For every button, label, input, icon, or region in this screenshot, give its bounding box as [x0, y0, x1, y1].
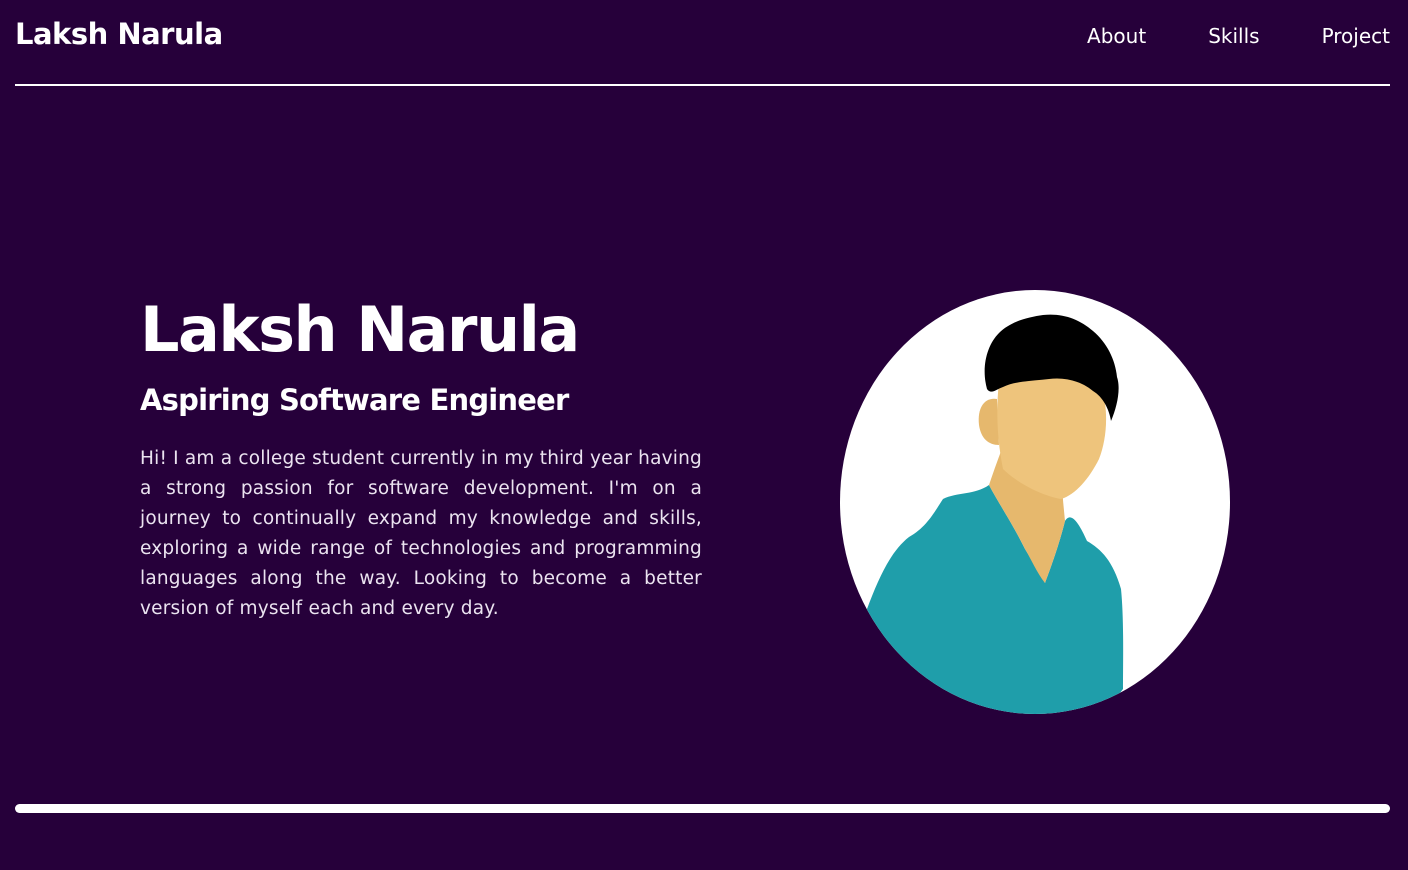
brand-logo-text[interactable]: Laksh Narula: [15, 17, 223, 51]
person-avatar-illustration: [839, 289, 1231, 715]
hero-bio-paragraph: Hi! I am a college student currently in …: [140, 448, 702, 619]
avatar-icon: [840, 290, 1230, 714]
nav-link-skills[interactable]: Skills: [1208, 24, 1259, 48]
portfolio-page: Laksh Narula About Skills Project Laksh …: [0, 0, 1408, 870]
nav-link-about[interactable]: About: [1087, 24, 1146, 48]
hero-role-subheading: Aspiring Software Engineer: [140, 383, 569, 417]
hero-name-heading: Laksh Narula: [140, 293, 580, 366]
nav-link-project[interactable]: Project: [1322, 24, 1390, 48]
top-navbar: Laksh Narula About Skills Project: [15, 0, 1390, 86]
hero-intro: Laksh Narula Aspiring Software Engineer …: [140, 290, 702, 624]
bottom-divider-bar: [15, 804, 1390, 813]
nav-links: About Skills Project: [1087, 24, 1390, 48]
